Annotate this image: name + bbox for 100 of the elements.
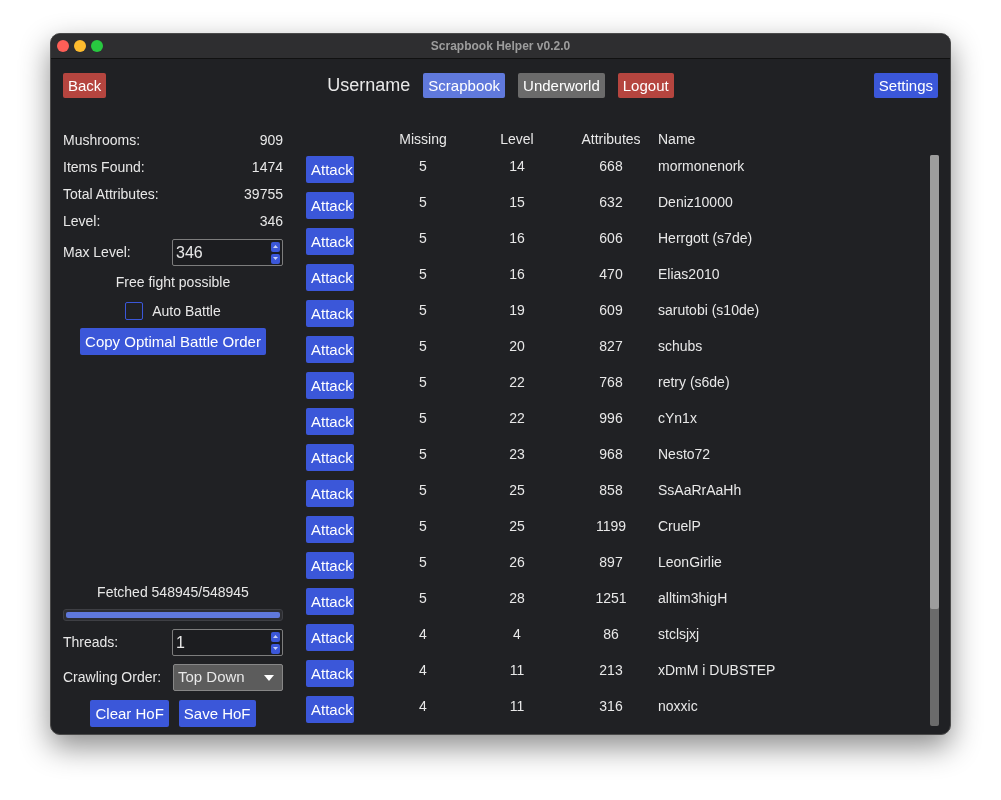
table-cell-text: 5 (419, 444, 427, 464)
attack-button[interactable]: Attack (306, 227, 354, 255)
chevron-up-icon (273, 635, 278, 638)
table-cell-text: 4 (419, 696, 427, 716)
checkbox-label: Auto Battle (152, 301, 221, 321)
attack-button[interactable]: Attack (306, 623, 354, 651)
field-label: Threads: (63, 633, 119, 652)
field-label: Crawling Order: (63, 668, 162, 687)
table-cell-text: 5 (419, 336, 427, 356)
stat-value: 1474 (251, 158, 283, 177)
stat-value: 39755 (244, 185, 283, 204)
caret-down-icon (264, 674, 274, 681)
table-cell-text: alltim3higH (658, 588, 728, 608)
increment-button[interactable] (271, 631, 280, 642)
attack-button[interactable]: Attack (306, 443, 354, 471)
close-button[interactable] (57, 40, 69, 52)
table-cell-text: xDmM i DUBSTEP (658, 660, 776, 680)
table-cell-text: 968 (599, 444, 623, 464)
table-cell-text: 5 (419, 300, 427, 320)
attack-button[interactable]: Attack (306, 155, 354, 183)
number-input[interactable]: 346 (172, 239, 283, 266)
table-cell-text: 996 (599, 408, 623, 428)
table-cell-text: noxxic (658, 696, 698, 716)
checkbox[interactable] (125, 302, 144, 320)
zoom-button[interactable] (91, 40, 103, 52)
table-cell-text: 5 (419, 372, 427, 392)
copy-order-button[interactable]: Copy Optimal Battle Order (80, 328, 266, 355)
attack-button[interactable]: Attack (306, 659, 354, 687)
table-cell-text: 15 (509, 192, 525, 212)
attack-button[interactable]: Attack (306, 695, 354, 723)
settings-button[interactable]: Settings (873, 73, 938, 98)
decrement-button[interactable] (271, 643, 280, 654)
table-cell-text: 5 (419, 588, 427, 608)
minimize-button[interactable] (74, 40, 86, 52)
stat-value: 909 (259, 131, 283, 150)
scrollbar-track[interactable] (930, 155, 939, 726)
table-cell-text: 768 (599, 372, 623, 392)
table-cell-text: 20 (509, 336, 525, 356)
table-cell-text: retry (s6de) (658, 372, 730, 392)
table-cell-text: 5 (419, 408, 427, 428)
table-cell-text: sarutobi (s10de) (658, 300, 760, 320)
table-cell-text: 86 (603, 624, 619, 644)
table-cell-text: cYn1x (658, 408, 697, 428)
increment-button[interactable] (271, 241, 280, 252)
scrollbar-thumb[interactable] (930, 155, 939, 609)
column-header: Attributes (581, 129, 641, 149)
table-cell-text: 897 (599, 552, 623, 572)
table-cell-text: stclsjxj (658, 624, 700, 644)
table-cell-text: 213 (599, 660, 623, 680)
chevron-down-icon (273, 647, 278, 650)
stat-label: Mushrooms: (63, 131, 141, 150)
hof-button[interactable]: Save HoF (178, 700, 256, 727)
table-cell-text: 1251 (595, 588, 627, 608)
attack-button[interactable]: Attack (306, 371, 354, 399)
table-cell-text: 470 (599, 264, 623, 284)
hof-button[interactable]: Clear HoF (90, 700, 169, 727)
chevron-up-icon (273, 245, 278, 248)
stat-label: Total Attributes: (63, 185, 159, 204)
stat-label: Items Found: (63, 158, 145, 177)
attack-button[interactable]: Attack (306, 479, 354, 507)
attack-button[interactable]: Attack (306, 191, 354, 219)
table-cell-text: LeonGirlie (658, 552, 722, 572)
attack-button[interactable]: Attack (306, 515, 354, 543)
table-cell-text: Nesto72 (658, 444, 711, 464)
attack-button[interactable]: Attack (306, 407, 354, 435)
attack-button[interactable]: Attack (306, 299, 354, 327)
attack-button[interactable]: Attack (306, 263, 354, 291)
number-input[interactable]: 1 (172, 629, 283, 656)
table-cell-text: 5 (419, 156, 427, 176)
table-cell-text: 858 (599, 480, 623, 500)
table-cell-text: 22 (509, 372, 525, 392)
table-cell-text: 609 (599, 300, 623, 320)
table-cell-text: 14 (509, 156, 525, 176)
table-cell-text: 5 (419, 516, 427, 536)
stat-label: Level: (63, 212, 101, 231)
table-cell-text: 23 (509, 444, 525, 464)
status-text: Free fight possible (115, 273, 231, 292)
table-cell-text: 11 (509, 696, 525, 716)
table-cell-text: 16 (509, 264, 525, 284)
attack-button[interactable]: Attack (306, 587, 354, 615)
username: Username (327, 74, 411, 97)
table-cell-text: Elias2010 (658, 264, 720, 284)
order-select[interactable]: Top Down (173, 664, 283, 691)
table-cell-text: 5 (419, 552, 427, 572)
column-header: Missing (399, 129, 447, 149)
table-cell-text: 4 (419, 624, 427, 644)
table-cell-text: 16 (509, 228, 525, 248)
table-cell-text: 316 (599, 696, 623, 716)
chevron-down-icon (273, 257, 278, 260)
attack-button[interactable]: Attack (306, 551, 354, 579)
nav-button[interactable]: Underworld (518, 73, 605, 98)
table-cell-text: 632 (599, 192, 623, 212)
back-button[interactable]: Back (63, 73, 107, 98)
nav-button[interactable]: Logout (617, 73, 674, 98)
table-cell-text: mormonenork (658, 156, 745, 176)
decrement-button[interactable] (271, 253, 280, 264)
attack-button[interactable]: Attack (306, 335, 354, 363)
table-cell-text: 28 (509, 588, 525, 608)
table-cell-text: 5 (419, 264, 427, 284)
field-label: Max Level: (63, 243, 131, 262)
